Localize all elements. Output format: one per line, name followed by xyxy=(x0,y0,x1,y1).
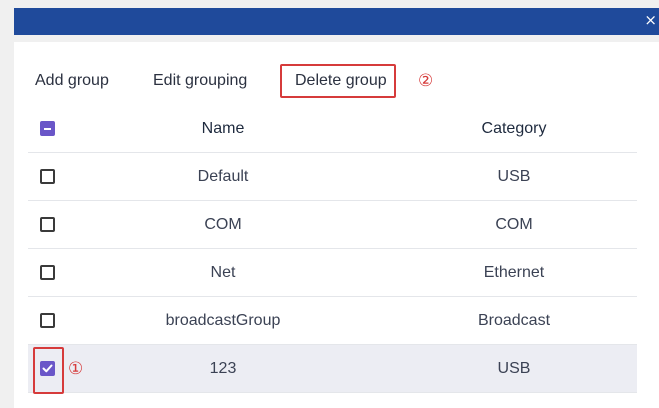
table-row[interactable]: Net Ethernet xyxy=(28,249,637,297)
row-checkbox-checked[interactable] xyxy=(40,361,55,376)
close-icon[interactable]: × xyxy=(644,12,657,29)
group-category-cell: COM xyxy=(495,216,533,233)
table-row-selected[interactable]: ① 123 USB xyxy=(28,345,637,394)
edit-grouping-button[interactable]: Edit grouping xyxy=(153,64,247,98)
group-name-cell: broadcastGroup xyxy=(165,312,281,329)
group-dialog-body: Add group Edit grouping Delete group ② N… xyxy=(14,42,659,408)
group-category-cell: Broadcast xyxy=(477,312,551,329)
group-table: Name Category Default USB COM COM Net Et… xyxy=(28,106,637,394)
step-1-marker: ① xyxy=(68,359,84,379)
group-name-cell: 123 xyxy=(209,360,237,377)
group-name-cell: Net xyxy=(210,264,236,281)
column-header-name[interactable]: Name xyxy=(118,106,328,152)
table-row[interactable]: broadcastGroup Broadcast xyxy=(28,297,637,345)
group-name-cell: COM xyxy=(204,216,242,233)
group-category-cell: USB xyxy=(497,168,531,185)
group-name-cell: Default xyxy=(197,168,249,185)
table-row[interactable]: Default USB xyxy=(28,153,637,201)
step-2-marker: ② xyxy=(418,71,434,91)
table-header-row: Name Category xyxy=(28,106,637,153)
column-header-category[interactable]: Category xyxy=(399,106,629,152)
select-all-checkbox[interactable] xyxy=(40,121,55,136)
add-group-button[interactable]: Add group xyxy=(35,64,109,98)
group-category-cell: Ethernet xyxy=(483,264,545,281)
row-checkbox[interactable] xyxy=(40,265,55,280)
table-row[interactable]: COM COM xyxy=(28,201,637,249)
checkmark-icon xyxy=(42,364,53,373)
group-toolbar: Add group Edit grouping Delete group ② xyxy=(14,64,659,100)
row-checkbox[interactable] xyxy=(40,217,55,232)
row-checkbox[interactable] xyxy=(40,169,55,184)
row-checkbox[interactable] xyxy=(40,313,55,328)
dialog-titlebar: × xyxy=(14,8,659,35)
group-category-cell: USB xyxy=(497,360,531,377)
delete-group-button[interactable]: Delete group xyxy=(280,64,396,98)
